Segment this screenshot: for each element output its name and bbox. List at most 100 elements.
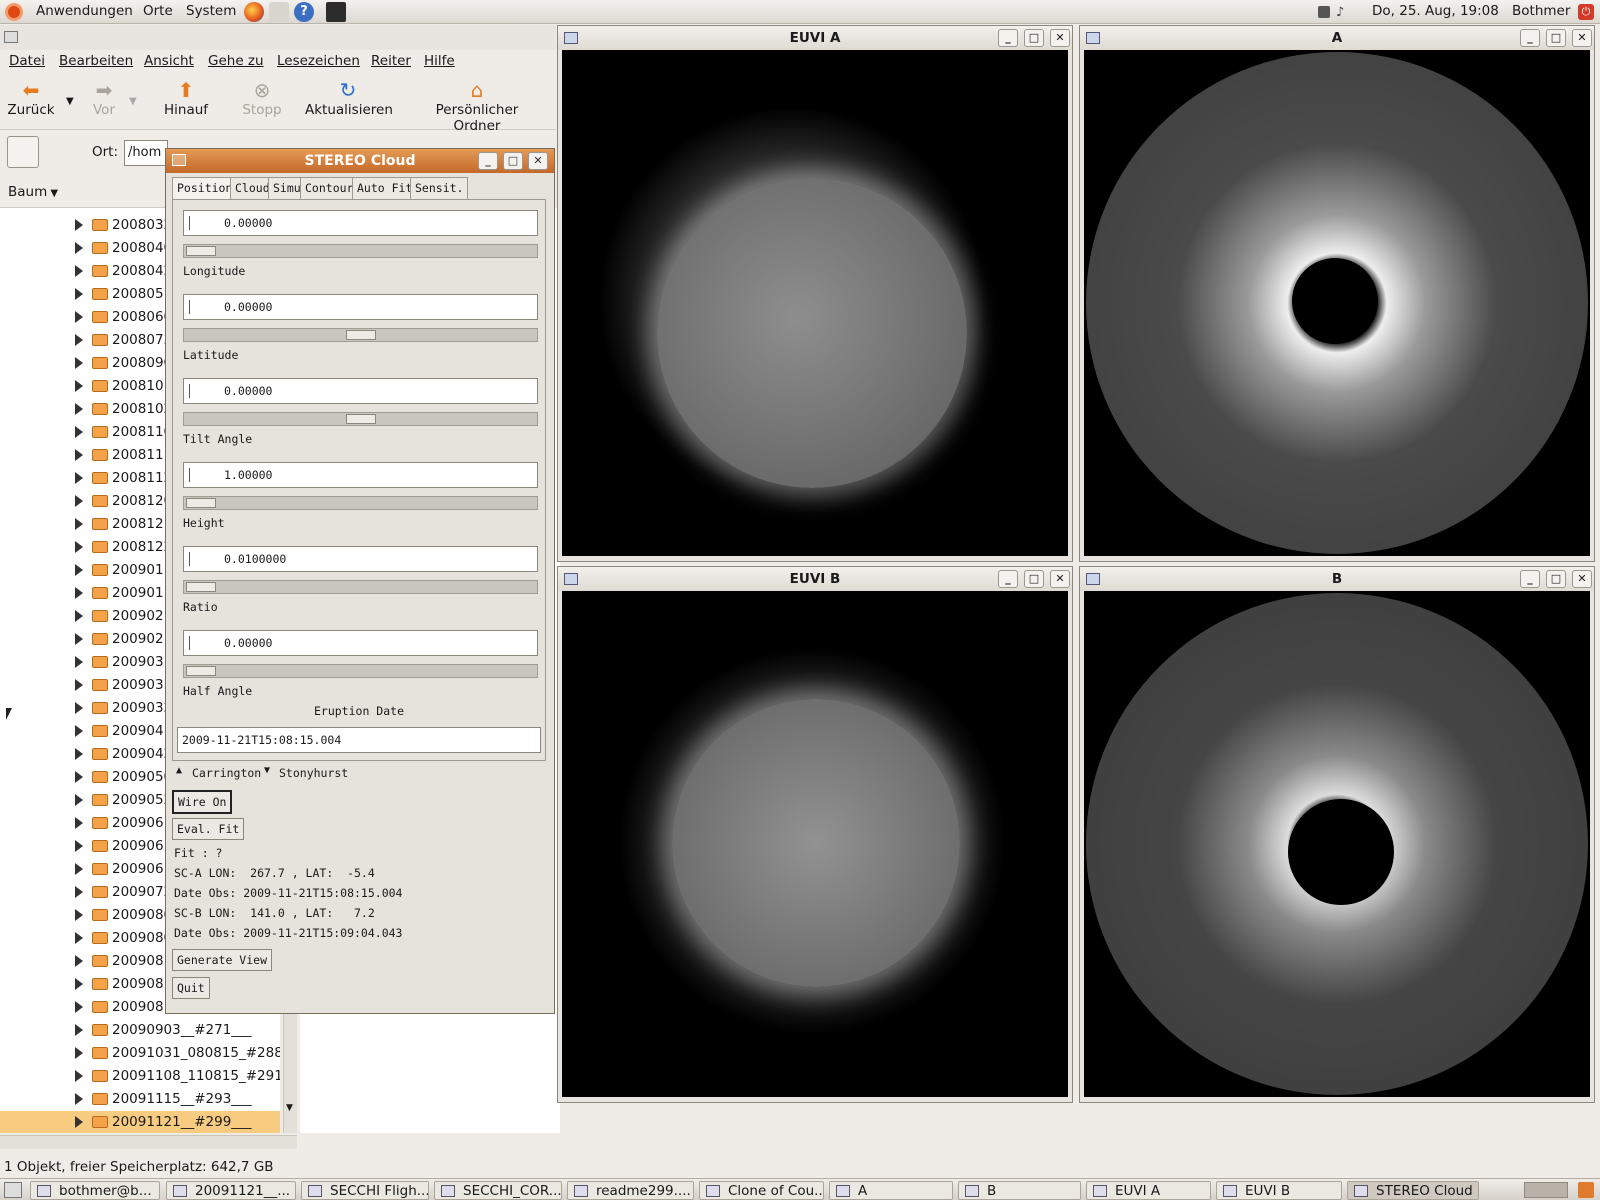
- stop-button[interactable]: ⊗ Stopp: [240, 74, 284, 130]
- param-slider[interactable]: [183, 580, 538, 594]
- minimize-icon[interactable]: _: [1520, 570, 1540, 588]
- taskbar-button[interactable]: B: [958, 1181, 1081, 1200]
- expander-icon[interactable]: [75, 518, 83, 530]
- expander-icon[interactable]: [75, 1070, 83, 1082]
- cor-b-titlebar[interactable]: B _ □ ✕: [1080, 567, 1594, 591]
- expander-icon[interactable]: [75, 1047, 83, 1059]
- euvi-a-image[interactable]: [562, 50, 1068, 556]
- ubuntu-logo-icon[interactable]: [5, 3, 23, 21]
- window-icon[interactable]: [564, 32, 578, 44]
- menu-edit[interactable]: Bearbeiten: [59, 53, 133, 69]
- stonyhurst-radio[interactable]: ▼: [264, 765, 270, 776]
- expander-icon[interactable]: [75, 863, 83, 875]
- menu-file[interactable]: Datei: [9, 53, 45, 69]
- expander-icon[interactable]: [75, 633, 83, 645]
- expander-icon[interactable]: [75, 794, 83, 806]
- taskbar-button[interactable]: bothmer@b...: [30, 1181, 160, 1200]
- menu-bookmarks[interactable]: Lesezeichen: [277, 53, 360, 69]
- menu-help[interactable]: Hilfe: [424, 53, 455, 69]
- system-menu[interactable]: System: [186, 3, 236, 19]
- toggle-location-icon[interactable]: [7, 136, 39, 168]
- home-folder-button[interactable]: ⌂ Persönlicher Ordner: [412, 74, 542, 134]
- scroll-down-icon[interactable]: ▼: [286, 1103, 293, 1113]
- expander-icon[interactable]: [75, 1093, 83, 1105]
- tree-row[interactable]: 20090903__#271___: [0, 1019, 280, 1042]
- expander-icon[interactable]: [75, 679, 83, 691]
- expander-icon[interactable]: [75, 311, 83, 323]
- menu-view[interactable]: Ansicht: [144, 53, 194, 69]
- param-input-latitude[interactable]: 0.00000: [183, 294, 538, 320]
- param-slider[interactable]: [183, 328, 538, 342]
- expander-icon[interactable]: [75, 357, 83, 369]
- expander-icon[interactable]: [75, 886, 83, 898]
- taskbar-button[interactable]: A: [829, 1181, 953, 1200]
- expander-icon[interactable]: [75, 1001, 83, 1013]
- param-input-height[interactable]: 1.00000: [183, 462, 538, 488]
- firefox-icon[interactable]: [244, 2, 264, 22]
- carrington-radio[interactable]: ▲: [176, 765, 182, 776]
- expander-icon[interactable]: [75, 817, 83, 829]
- eruption-date-input[interactable]: 2009-11-21T15:08:15.004: [177, 727, 541, 753]
- maximize-icon[interactable]: □: [1546, 29, 1566, 47]
- param-slider[interactable]: [183, 244, 538, 258]
- tree-row[interactable]: 20091115__#293___: [0, 1088, 280, 1111]
- places-menu[interactable]: Orte: [143, 3, 173, 19]
- slider-thumb[interactable]: [186, 666, 216, 676]
- close-icon[interactable]: ✕: [528, 152, 548, 170]
- tab-auto-fit[interactable]: Auto Fit: [352, 177, 418, 199]
- maximize-icon[interactable]: □: [1024, 29, 1044, 47]
- minimize-icon[interactable]: _: [998, 570, 1018, 588]
- eval-fit-button[interactable]: Eval. Fit: [172, 818, 245, 840]
- clock[interactable]: Do, 25. Aug, 19:08: [1372, 3, 1499, 19]
- expander-icon[interactable]: [75, 472, 83, 484]
- close-icon[interactable]: ✕: [1572, 29, 1592, 47]
- expander-icon[interactable]: [75, 426, 83, 438]
- param-input-tilt-angle[interactable]: 0.00000: [183, 378, 538, 404]
- expander-icon[interactable]: [75, 403, 83, 415]
- show-desktop-icon[interactable]: [4, 1182, 22, 1198]
- window-icon[interactable]: [172, 154, 186, 166]
- wire-on-button[interactable]: Wire On: [172, 790, 233, 814]
- param-slider[interactable]: [183, 496, 538, 510]
- window-menu-icon[interactable]: [4, 31, 18, 43]
- maximize-icon[interactable]: □: [1546, 570, 1566, 588]
- user-name[interactable]: Bothmer: [1512, 3, 1570, 19]
- taskbar-button[interactable]: EUVI B: [1216, 1181, 1342, 1200]
- window-icon[interactable]: [1086, 32, 1100, 44]
- maximize-icon[interactable]: □: [503, 152, 523, 170]
- up-button[interactable]: ⬆ Hinauf: [164, 74, 208, 130]
- slider-thumb[interactable]: [345, 330, 376, 340]
- back-history-chevron-icon[interactable]: ▼: [66, 96, 74, 107]
- expander-icon[interactable]: [75, 587, 83, 599]
- expander-icon[interactable]: [75, 978, 83, 990]
- param-input-ratio[interactable]: 0.0100000: [183, 546, 538, 572]
- cor-b-image[interactable]: [1084, 591, 1590, 1097]
- expander-icon[interactable]: [75, 380, 83, 392]
- tab-contour[interactable]: Contour: [300, 177, 359, 199]
- expander-icon[interactable]: [75, 909, 83, 921]
- forward-button[interactable]: ➡ Vor: [86, 74, 122, 130]
- expander-icon[interactable]: [75, 242, 83, 254]
- generate-view-button[interactable]: Generate View: [172, 949, 273, 971]
- taskbar-button[interactable]: EUVI A: [1086, 1181, 1211, 1200]
- taskbar-button[interactable]: SECCHI Fligh...: [301, 1181, 429, 1200]
- taskbar-button[interactable]: 20091121__...: [166, 1181, 296, 1200]
- expander-icon[interactable]: [75, 702, 83, 714]
- taskbar-button[interactable]: SECCHI_COR...: [434, 1181, 562, 1200]
- volume-icon[interactable]: ♪: [1336, 5, 1350, 20]
- menu-tabs[interactable]: Reiter: [371, 53, 411, 69]
- param-slider[interactable]: [183, 664, 538, 678]
- network-icon[interactable]: [1318, 6, 1330, 18]
- minimize-icon[interactable]: _: [1520, 29, 1540, 47]
- trash-icon[interactable]: [1578, 1182, 1594, 1198]
- expander-icon[interactable]: [75, 955, 83, 967]
- expander-icon[interactable]: [75, 449, 83, 461]
- quit-button[interactable]: Quit: [172, 977, 210, 999]
- expander-icon[interactable]: [75, 541, 83, 553]
- menu-go[interactable]: Gehe zu: [208, 53, 264, 69]
- reload-button[interactable]: ↻ Aktualisieren: [305, 74, 393, 130]
- expander-icon[interactable]: [75, 564, 83, 576]
- stereo-cloud-titlebar[interactable]: STEREO Cloud _ □ ✕: [166, 149, 554, 173]
- euvi-a-titlebar[interactable]: EUVI A _ □ ✕: [558, 26, 1072, 50]
- minimize-icon[interactable]: _: [998, 29, 1018, 47]
